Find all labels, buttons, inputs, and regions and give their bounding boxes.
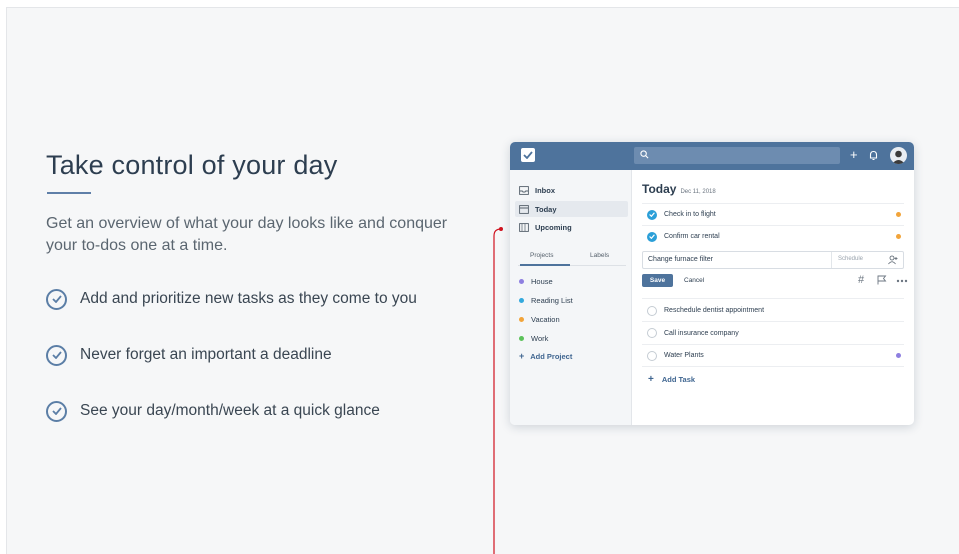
add-icon[interactable]: + bbox=[850, 148, 858, 162]
hero-title: Take control of your day bbox=[46, 150, 338, 180]
project-label: Vacation bbox=[531, 315, 560, 324]
priority-dot bbox=[896, 234, 901, 239]
task-edit-value: Change furnace filter bbox=[648, 256, 713, 263]
nav-item-upcoming[interactable]: Upcoming bbox=[515, 219, 628, 235]
project-item-reading-list[interactable]: Reading List bbox=[519, 296, 573, 305]
priority-dot bbox=[896, 353, 901, 358]
feature-text: Add and prioritize new tasks as they com… bbox=[80, 290, 417, 307]
cancel-button[interactable]: Cancel bbox=[684, 277, 704, 284]
priority-dot bbox=[896, 212, 901, 217]
add-project-button[interactable]: + Add Project bbox=[519, 351, 572, 361]
add-task-button[interactable]: + Add Task bbox=[648, 374, 695, 385]
title-divider bbox=[47, 192, 91, 194]
task-row[interactable]: Confirm car rental bbox=[642, 225, 904, 247]
add-project-label: Add Project bbox=[530, 351, 573, 361]
more-options-icon[interactable] bbox=[896, 279, 908, 283]
search-icon bbox=[640, 150, 649, 159]
annotation-line bbox=[493, 227, 503, 554]
task-row[interactable]: Reschedule dentist appointment bbox=[642, 298, 904, 322]
feature-item: Never forget an important a deadline bbox=[46, 343, 332, 367]
task-label: Check in to flight bbox=[664, 211, 716, 218]
feature-item: Add and prioritize new tasks as they com… bbox=[46, 287, 417, 311]
app-logo-icon[interactable] bbox=[521, 148, 535, 162]
task-label: Confirm car rental bbox=[664, 233, 720, 240]
active-tab-indicator bbox=[520, 264, 570, 266]
bell-icon[interactable] bbox=[869, 150, 878, 161]
top-bar: + bbox=[510, 142, 914, 170]
task-checkbox[interactable] bbox=[647, 305, 657, 316]
project-tabs: Projects Labels bbox=[518, 248, 626, 266]
save-button[interactable]: Save bbox=[642, 274, 673, 287]
task-checkbox-checked[interactable] bbox=[647, 209, 657, 220]
project-color-dot bbox=[519, 279, 524, 284]
check-circle-icon bbox=[46, 400, 67, 422]
search-input[interactable] bbox=[634, 147, 840, 164]
task-checkbox[interactable] bbox=[647, 328, 657, 338]
schedule-input[interactable]: Schedule bbox=[831, 252, 863, 268]
upcoming-calendar-icon bbox=[519, 222, 529, 232]
task-edit-input[interactable]: Change furnace filter Schedule bbox=[642, 251, 904, 269]
nav-label: Inbox bbox=[535, 185, 555, 195]
project-item-house[interactable]: House bbox=[519, 277, 553, 286]
project-color-dot bbox=[519, 298, 524, 303]
view-title: Today bbox=[642, 182, 677, 196]
add-task-label: Add Task bbox=[661, 375, 696, 384]
task-checkbox[interactable] bbox=[647, 350, 657, 361]
task-label: Call insurance company bbox=[664, 329, 739, 337]
task-label: Water Plants bbox=[664, 352, 704, 359]
project-color-dot bbox=[519, 317, 524, 322]
check-circle-icon bbox=[46, 344, 67, 366]
check-circle-icon bbox=[46, 288, 67, 310]
project-item-work[interactable]: Work bbox=[519, 334, 548, 343]
nav-item-inbox[interactable]: Inbox bbox=[515, 182, 628, 198]
plus-icon: + bbox=[519, 351, 525, 361]
nav-label: Today bbox=[535, 204, 557, 214]
inbox-icon bbox=[519, 185, 529, 195]
calendar-icon bbox=[519, 204, 529, 214]
view-date: Dec 11, 2018 bbox=[680, 189, 716, 195]
flag-icon[interactable] bbox=[877, 275, 887, 285]
main-panel: Today Dec 11, 2018 Check in to flight Co… bbox=[632, 170, 914, 425]
assign-user-icon[interactable] bbox=[888, 255, 898, 265]
tab-projects[interactable]: Projects bbox=[530, 252, 553, 259]
project-label: House bbox=[531, 277, 553, 286]
hero-subtitle: Get an overview of what your day looks l… bbox=[46, 215, 448, 254]
project-label: Work bbox=[531, 334, 549, 343]
feature-item: See your day/month/week at a quick glanc… bbox=[46, 399, 380, 423]
sidebar: Inbox Today Upcoming Projects Labels Hou… bbox=[510, 170, 632, 425]
feature-text: Never forget an important a deadline bbox=[80, 346, 332, 363]
app-window: + Inbox Today Upcoming Projects Labels H… bbox=[510, 142, 914, 425]
avatar[interactable] bbox=[890, 147, 907, 164]
task-row[interactable]: Call insurance company bbox=[642, 321, 904, 344]
plus-icon: + bbox=[648, 374, 654, 385]
project-label: Reading List bbox=[531, 296, 573, 305]
task-checkbox-checked[interactable] bbox=[647, 231, 657, 242]
task-row[interactable]: Check in to flight bbox=[642, 203, 904, 225]
page-title: Today Dec 11, 2018 bbox=[642, 182, 716, 196]
nav-label: Upcoming bbox=[535, 222, 572, 232]
label-hash-icon[interactable]: # bbox=[858, 274, 864, 286]
project-color-dot bbox=[519, 336, 524, 341]
task-row[interactable]: Water Plants bbox=[642, 344, 904, 367]
feature-text: See your day/month/week at a quick glanc… bbox=[80, 402, 380, 419]
project-item-vacation[interactable]: Vacation bbox=[519, 315, 560, 324]
task-label: Reschedule dentist appointment bbox=[664, 307, 765, 314]
tab-labels[interactable]: Labels bbox=[590, 252, 609, 259]
nav-item-today[interactable]: Today bbox=[515, 201, 628, 217]
